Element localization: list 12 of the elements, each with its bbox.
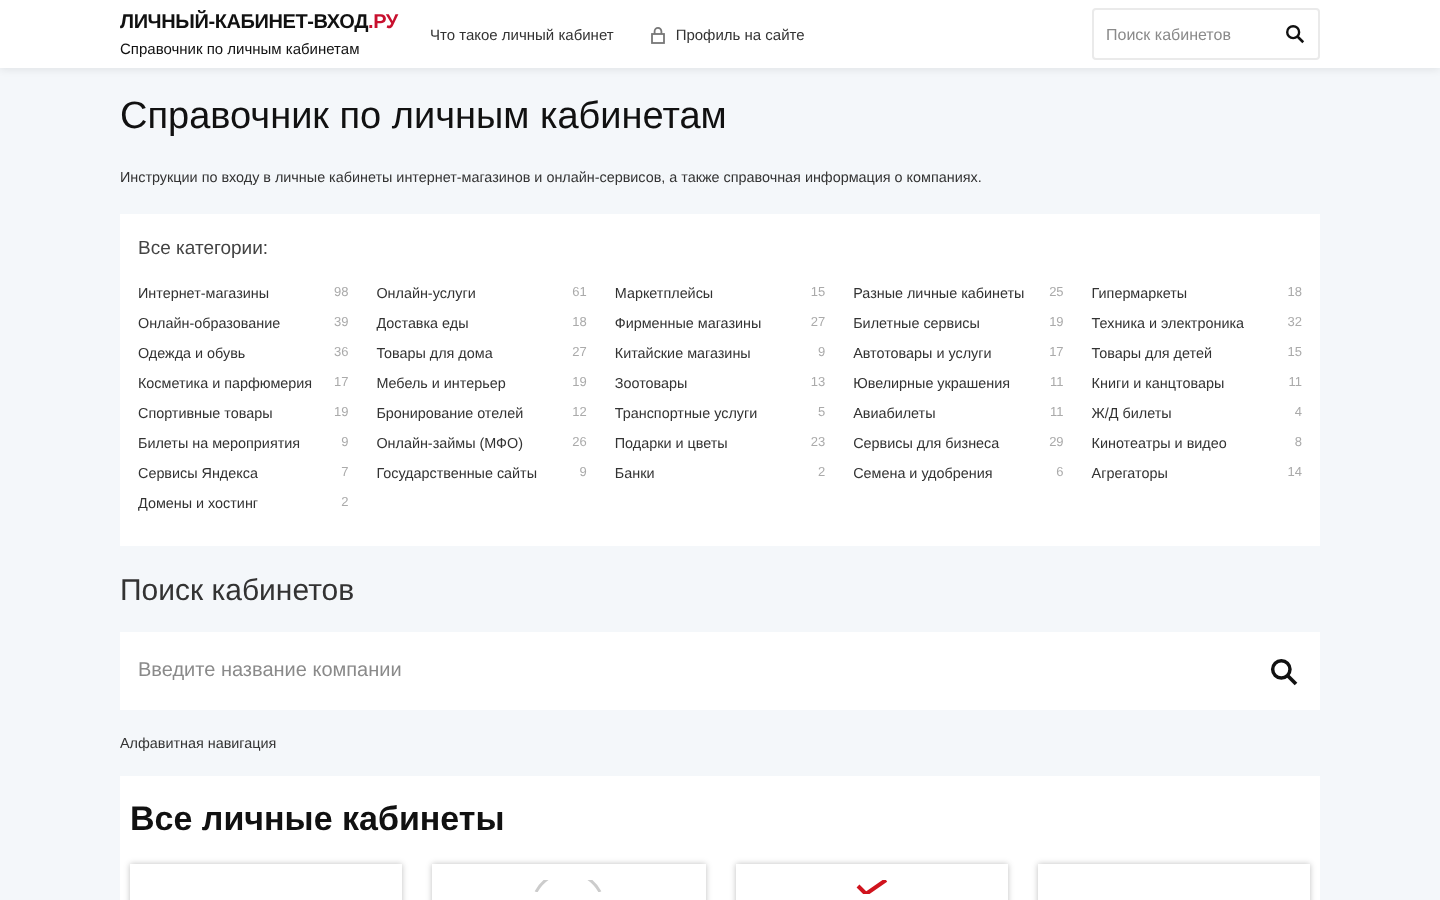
- company-search-field[interactable]: Введите название компании: [120, 632, 1320, 710]
- cabinets-title: Все личные кабинеты: [130, 800, 507, 840]
- search-icon[interactable]: [1284, 23, 1306, 45]
- search-section-title: Поиск кабинетов: [120, 574, 357, 608]
- site-logo[interactable]: ЛИЧНЫЙ-КАБИНЕТ-ВХОД.РУ: [120, 11, 430, 33]
- categories-title: Все категории:: [138, 238, 271, 260]
- circle-logo-icon: [532, 880, 605, 892]
- search-icon[interactable]: [1268, 655, 1300, 687]
- header-search-field[interactable]: Поиск кабинетов: [1092, 8, 1320, 60]
- check-logo-icon: [855, 880, 888, 894]
- page-title: Справочник по личным кабинетам: [120, 96, 729, 140]
- lock-icon: [649, 25, 666, 43]
